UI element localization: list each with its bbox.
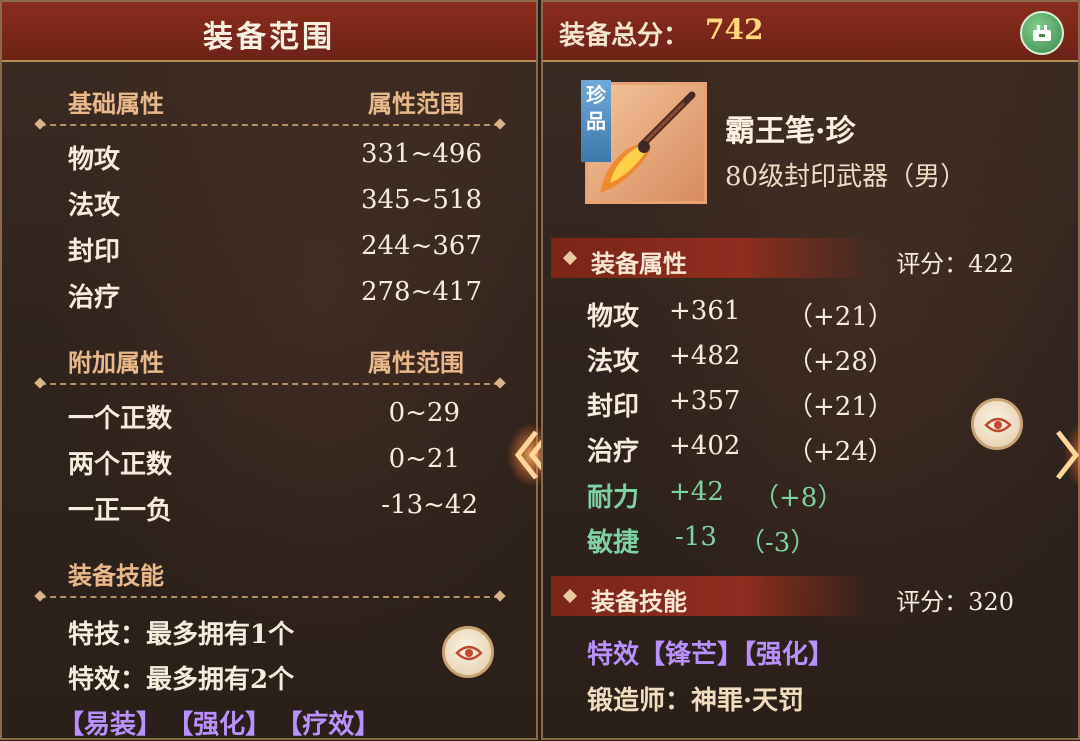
basic-attributes-header: 基础属性 <box>68 89 164 118</box>
stat-bonus: （+28） <box>787 347 894 377</box>
stat-label: 物攻 <box>587 302 640 332</box>
basic-attr-value: 278~417 <box>360 277 482 307</box>
item-name: 霸王笔·珍 <box>725 114 856 149</box>
skills-ribbon: 装备技能 <box>551 576 871 616</box>
equipment-detail-panel: 装备总分： 742 珍品 霸王笔·珍 80级封印武器（男） 装备属性 评分：42… <box>541 0 1080 740</box>
skills-header: 装备技能 <box>591 587 687 616</box>
preview-button[interactable] <box>442 626 494 678</box>
extra-attr-value: -13~42 <box>381 490 478 520</box>
smith-line: 锻造师：神罪·天罚 <box>587 686 805 716</box>
skill-rule-line: 特技：最多拥有1个 <box>68 620 295 650</box>
rarity-tag: 珍品 <box>581 80 611 162</box>
attributes-ribbon: 装备属性 <box>551 238 871 278</box>
arrow-right-icon[interactable] <box>1048 420 1080 490</box>
preview-button[interactable] <box>971 398 1023 450</box>
stat-label: 耐力 <box>587 483 640 513</box>
extra-attributes-header: 附加属性 <box>68 348 164 377</box>
diamond-icon <box>562 250 578 266</box>
equipment-range-panel: 装备范围 基础属性 属性范围 物攻 331~496 法攻 345~518 封印 … <box>0 0 538 740</box>
skill-tag[interactable]: 【易装】 <box>58 710 162 740</box>
stat-value: -13 <box>675 522 717 552</box>
divider <box>40 124 500 126</box>
basic-range-header: 属性范围 <box>368 89 464 118</box>
extra-attr-value: 0~29 <box>388 398 460 428</box>
basic-attr-label: 物攻 <box>68 145 121 175</box>
panel-title: 装备范围 <box>203 20 335 55</box>
basic-attr-value: 244~367 <box>360 231 482 261</box>
basic-attr-label: 封印 <box>68 237 121 267</box>
total-score-label: 装备总分： <box>559 21 690 51</box>
eye-icon <box>984 417 1012 433</box>
item-description: 80级封印武器（男） <box>725 162 967 192</box>
basic-attr-label: 法攻 <box>68 191 121 221</box>
extra-attr-label: 一正一负 <box>68 496 173 526</box>
stat-bonus: （+21） <box>787 302 894 332</box>
skills-score: 评分：320 <box>896 588 1014 616</box>
stat-value: +42 <box>669 477 724 507</box>
left-header: 装备范围 <box>2 2 536 62</box>
skill-effect-line[interactable]: 特效【锋芒】【强化】 <box>587 634 834 671</box>
stat-bonus: （+24） <box>787 437 894 467</box>
settings-icon <box>1033 25 1051 41</box>
divider <box>40 383 500 385</box>
attributes-header: 装备属性 <box>591 249 687 278</box>
total-score-value: 742 <box>705 13 764 46</box>
stat-bonus: （+8） <box>753 483 844 513</box>
diamond-icon <box>562 588 578 604</box>
equipment-skills-header: 装备技能 <box>68 561 164 590</box>
attributes-score: 评分：422 <box>896 250 1014 278</box>
basic-attr-value: 331~496 <box>360 139 482 169</box>
skill-tag[interactable]: 【强化】 <box>167 710 271 740</box>
extra-range-header: 属性范围 <box>368 348 464 377</box>
stat-value: +402 <box>669 431 741 461</box>
stat-value: +361 <box>669 296 741 326</box>
basic-attr-value: 345~518 <box>360 185 482 215</box>
extra-attr-label: 两个正数 <box>68 450 173 480</box>
basic-attr-label: 治疗 <box>68 283 121 313</box>
skill-rule-line: 特效：最多拥有2个 <box>68 665 295 695</box>
extra-attr-value: 0~21 <box>388 444 460 474</box>
stat-label: 法攻 <box>587 347 640 377</box>
stat-label: 封印 <box>587 392 640 422</box>
extra-attr-label: 一个正数 <box>68 404 173 434</box>
stat-bonus: （-3） <box>739 528 817 558</box>
divider <box>40 596 500 598</box>
skill-tags: 【易装】 【强化】 【疗效】 <box>58 704 380 741</box>
skill-tag[interactable]: 【疗效】 <box>276 710 380 740</box>
eye-icon <box>455 645 483 661</box>
stat-value: +482 <box>669 341 741 371</box>
stat-value: +357 <box>669 386 741 416</box>
right-header: 装备总分： 742 <box>543 2 1078 62</box>
stat-label: 敏捷 <box>587 528 640 558</box>
stat-label: 治疗 <box>587 437 640 467</box>
settings-button[interactable] <box>1020 11 1064 55</box>
stat-bonus: （+21） <box>787 392 894 422</box>
